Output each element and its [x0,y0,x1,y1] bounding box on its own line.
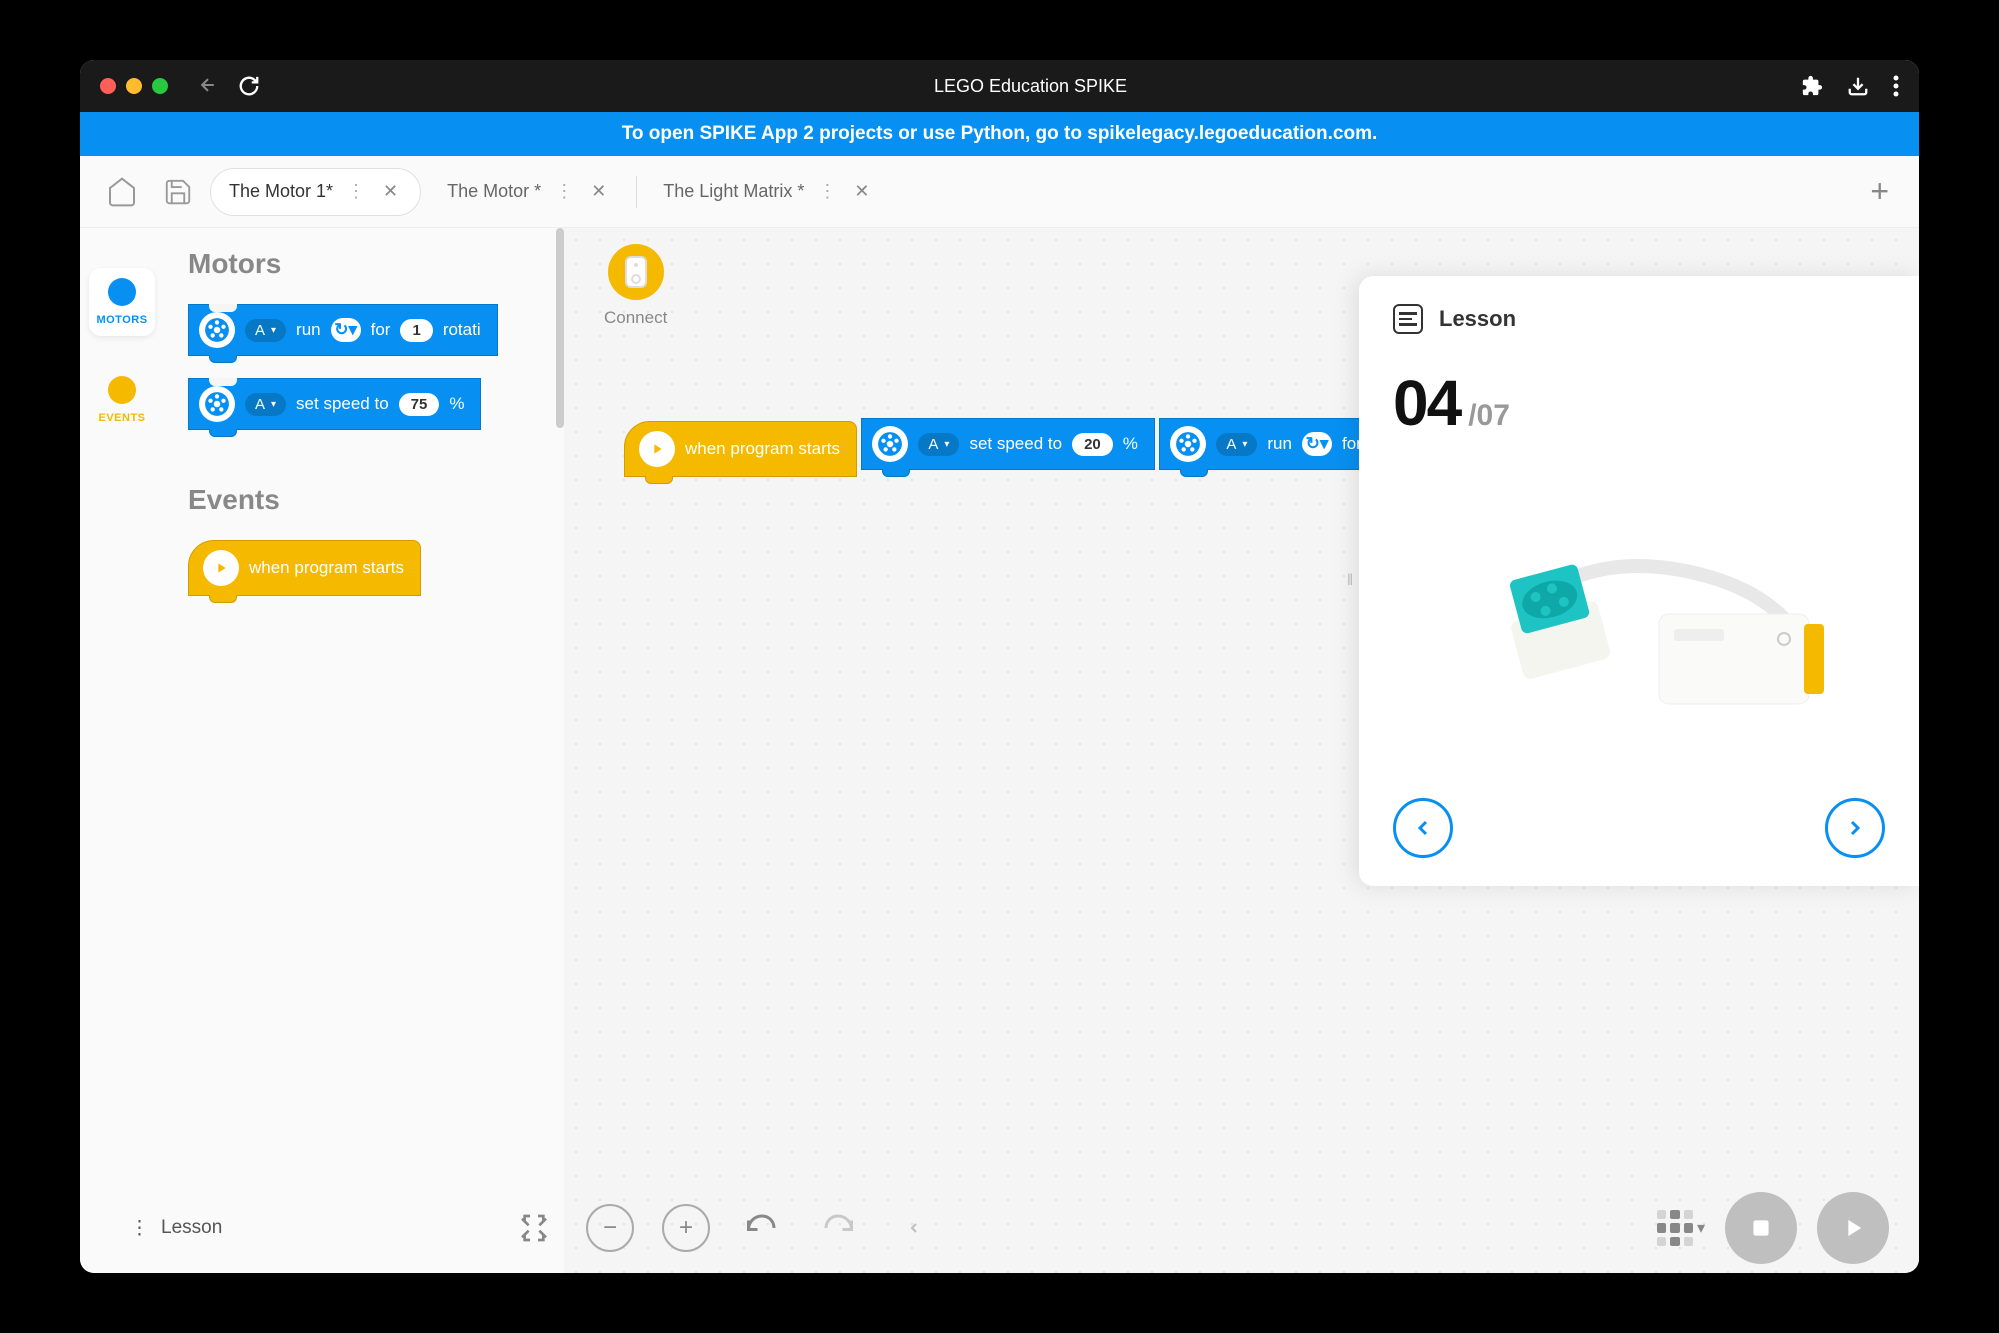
lesson-image [1393,464,1885,744]
lesson-panel: ‖ Lesson 04 /07 [1359,276,1919,886]
block-program-starts[interactable]: when program starts [188,540,421,596]
stack-start-block[interactable]: when program starts [624,421,857,477]
motors-dot-icon [108,278,136,306]
titlebar: LEGO Education SPIKE [80,60,1919,112]
lesson-current: 04 [1393,366,1460,440]
tab-the-motor[interactable]: The Motor * ⋮ ✕ [429,168,628,216]
fit-view-button[interactable] [510,1204,558,1252]
block-motor-speed[interactable]: A▾ set speed to 75 % [188,378,481,430]
motor-icon [872,426,908,462]
lesson-title: Lesson [1439,306,1516,332]
speed-input[interactable]: 20 [1072,433,1113,456]
lesson-prev-button[interactable] [1393,798,1453,858]
main-content: MOTORS EVENTS Motors A▾ run ↻▾ [80,228,1919,1273]
lesson-toggle[interactable]: Lesson [161,1217,222,1239]
category-label: EVENTS [98,412,145,424]
hub-icon [608,244,664,300]
lesson-step-counter: 04 /07 [1393,366,1885,440]
tab-label: The Light Matrix * [663,181,804,202]
port-dropdown[interactable]: A▾ [918,433,959,456]
grid-toggle[interactable]: ▾ [1657,1204,1705,1252]
zoom-in-button[interactable]: + [662,1204,710,1252]
tab-separator [636,176,637,208]
port-dropdown[interactable]: A▾ [245,393,286,416]
play-icon [203,550,239,586]
app-title: LEGO Education SPIKE [260,76,1801,97]
motor-icon [1170,426,1206,462]
tab-the-motor-1[interactable]: The Motor 1* ⋮ ✕ [210,168,421,216]
app-window: LEGO Education SPIKE To open SPIKE App 2… [80,60,1919,1273]
stop-button[interactable] [1725,1192,1797,1264]
palette-heading-events: Events [188,484,564,516]
palette-heading-motors: Motors [188,248,564,280]
zoom-out-button[interactable]: − [586,1204,634,1252]
new-tab-button[interactable]: + [1858,173,1901,210]
events-dot-icon [108,376,136,404]
tab-close-icon[interactable]: ✕ [379,181,402,202]
palette-scrollbar[interactable] [556,228,564,428]
more-menu-icon[interactable] [1893,75,1899,97]
lesson-total: /07 [1468,399,1510,433]
download-icon[interactable] [1847,75,1869,97]
tab-the-light-matrix[interactable]: The Light Matrix * ⋮ ✕ [645,168,891,216]
back-arrow-icon[interactable] [198,75,218,97]
canvas[interactable]: Connect when program starts A▾ set speed… [564,228,1919,1273]
play-icon [639,431,675,467]
info-banner: To open SPIKE App 2 projects or use Pyth… [80,112,1919,156]
tab-label: The Motor 1* [229,181,333,202]
extension-icon[interactable] [1801,75,1823,97]
redo-button[interactable] [814,1204,862,1252]
port-dropdown[interactable]: A▾ [1216,433,1257,456]
category-tabs: MOTORS EVENTS [80,228,164,1273]
save-button[interactable] [154,168,202,216]
tab-close-icon[interactable]: ✕ [850,181,873,202]
category-events[interactable]: EVENTS [89,366,155,434]
motor-icon [199,312,235,348]
motor-icon [199,386,235,422]
nav-controls [198,75,260,97]
category-label: MOTORS [96,314,147,326]
home-button[interactable] [98,168,146,216]
panel-drag-handle[interactable]: ‖ [1341,556,1359,606]
tab-close-icon[interactable]: ✕ [587,181,610,202]
tab-label: The Motor * [447,181,541,202]
lesson-menu-icon[interactable]: ⋮ [130,1217,149,1240]
direction-dropdown[interactable]: ↻▾ [331,318,361,342]
stack-speed-block[interactable]: A▾ set speed to 20 % [861,418,1154,470]
block-palette: Motors A▾ run ↻▾ for 1 rotati [164,228,564,1273]
collapse-button[interactable] [890,1204,938,1252]
block-motor-run[interactable]: A▾ run ↻▾ for 1 rotati [188,304,498,356]
tab-menu-icon[interactable]: ⋮ [555,181,573,202]
close-window[interactable] [100,78,116,94]
minimize-window[interactable] [126,78,142,94]
undo-button[interactable] [738,1204,786,1252]
category-motors[interactable]: MOTORS [89,268,155,336]
port-dropdown[interactable]: A▾ [245,319,286,342]
tab-menu-icon[interactable]: ⋮ [818,181,836,202]
connect-label: Connect [604,308,667,328]
tab-menu-icon[interactable]: ⋮ [347,181,365,202]
run-button[interactable] [1817,1192,1889,1264]
lesson-icon [1393,304,1423,334]
maximize-window[interactable] [152,78,168,94]
speed-input[interactable]: 75 [399,393,440,416]
tabbar: The Motor 1* ⋮ ✕ The Motor * ⋮ ✕ The Lig… [80,156,1919,228]
bottombar: ⋮ Lesson − + [80,1183,1919,1273]
connect-button[interactable]: Connect [604,244,667,328]
window-controls [100,78,168,94]
lesson-next-button[interactable] [1825,798,1885,858]
count-input[interactable]: 1 [400,319,432,342]
reload-icon[interactable] [238,75,260,97]
direction-dropdown[interactable]: ↻▾ [1302,432,1332,456]
